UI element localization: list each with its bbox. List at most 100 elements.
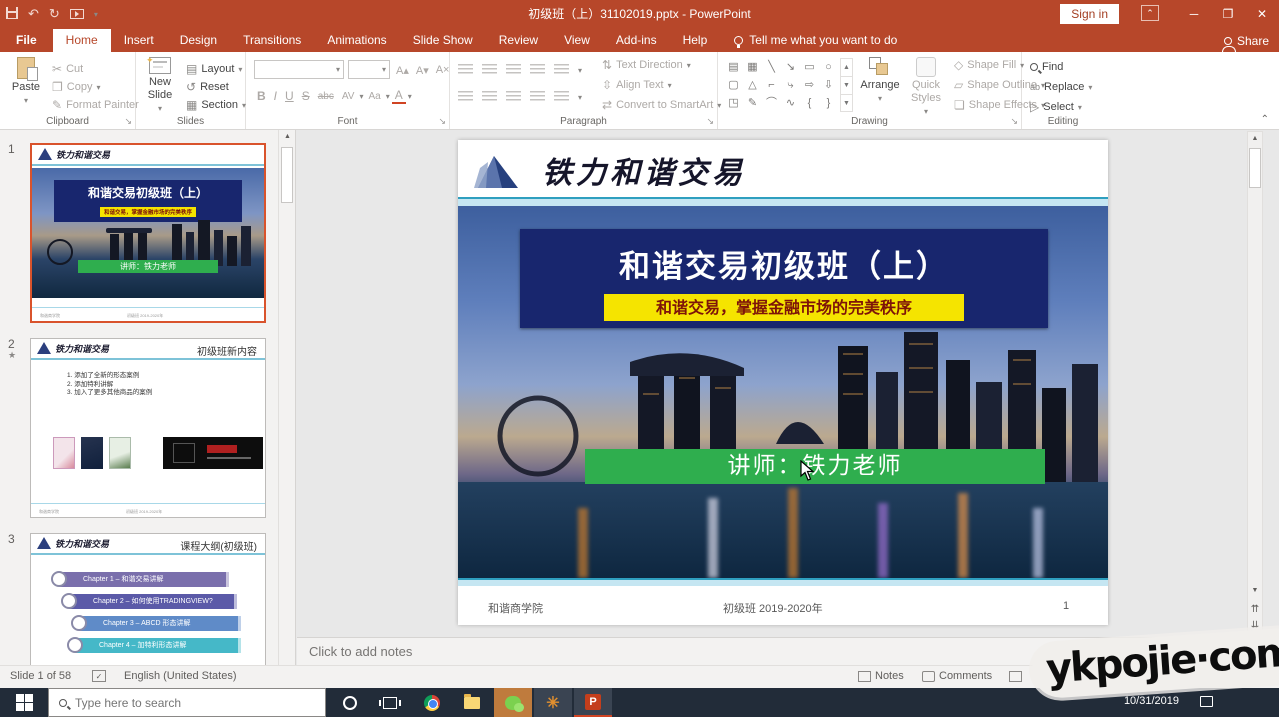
- tab-file[interactable]: File: [0, 29, 53, 52]
- quick-styles-button[interactable]: Quick Styles▾: [904, 57, 948, 118]
- paragraph-dialog-launcher-icon[interactable]: ↘: [706, 116, 714, 127]
- shape-cell[interactable]: ▤: [724, 58, 743, 76]
- slide-subtitle[interactable]: 和谐交易，掌握金融市场的完美秩序: [604, 294, 964, 321]
- grow-font-button[interactable]: A▴: [396, 64, 409, 77]
- title-box[interactable]: 和谐交易初级班（上） 和谐交易，掌握金融市场的完美秩序: [520, 229, 1048, 328]
- current-slide[interactable]: 铁力和谐交易 和谐交易初级班（上） 和谐交易，掌握金融市场的完美秩序: [458, 140, 1108, 625]
- canvas-scrollbar[interactable]: ▲ ▼ ⇈ ⇊: [1247, 131, 1263, 636]
- format-painter-button[interactable]: ✎ Format Painter: [52, 96, 139, 114]
- notes-toggle[interactable]: Notes: [858, 670, 904, 682]
- normal-view-icon[interactable]: [1009, 671, 1022, 682]
- change-case-button[interactable]: Aa: [365, 91, 383, 102]
- shape-cell[interactable]: ∿: [781, 94, 800, 112]
- shape-cell[interactable]: ⤷: [781, 76, 800, 94]
- share-button[interactable]: Share: [1224, 34, 1269, 48]
- find-button[interactable]: Find: [1030, 58, 1063, 76]
- shape-cell[interactable]: {: [800, 94, 819, 112]
- shape-cell[interactable]: ⌒: [762, 94, 781, 112]
- columns-icon[interactable]: [554, 91, 569, 103]
- shape-fill-button[interactable]: ◇ Shape Fill▾: [954, 56, 1024, 74]
- character-spacing-button[interactable]: AV: [339, 91, 358, 102]
- brand-text[interactable]: 铁力和谐交易: [542, 148, 746, 192]
- shape-cell[interactable]: △: [743, 76, 762, 94]
- previous-slide-button[interactable]: ⇈: [1248, 604, 1262, 615]
- notification-center-icon[interactable]: [1200, 696, 1213, 707]
- decrease-indent-icon[interactable]: [506, 64, 521, 76]
- align-left-icon[interactable]: [458, 91, 473, 103]
- text-direction-button[interactable]: ⇅ Text Direction▾: [602, 56, 691, 74]
- bold-button[interactable]: B: [254, 89, 269, 103]
- drawing-dialog-launcher-icon[interactable]: ↘: [1010, 116, 1018, 127]
- shape-cell[interactable]: ○: [819, 58, 838, 76]
- section-button[interactable]: ▦ Section▾: [186, 96, 246, 114]
- notes-placeholder[interactable]: Click to add notes: [309, 644, 412, 659]
- powerpoint-button[interactable]: P: [574, 688, 612, 717]
- align-center-icon[interactable]: [482, 91, 497, 103]
- copy-button[interactable]: ❐ Copy ▾: [52, 78, 100, 96]
- wechat-button[interactable]: [494, 688, 532, 717]
- cut-button[interactable]: ✂ Cut: [52, 60, 83, 78]
- text-shadow-button[interactable]: abc: [315, 91, 337, 102]
- file-explorer-button[interactable]: [452, 688, 492, 717]
- scroll-up-icon[interactable]: ▲: [1248, 135, 1262, 142]
- font-name-combo[interactable]: ▾: [254, 60, 344, 79]
- scroll-down-icon[interactable]: ▼: [1248, 587, 1262, 594]
- scrollbar-thumb[interactable]: [1249, 148, 1261, 188]
- increase-indent-icon[interactable]: [530, 64, 545, 76]
- title-photo[interactable]: 和谐交易初级班（上） 和谐交易，掌握金融市场的完美秩序: [458, 206, 1108, 578]
- search-input[interactable]: [75, 696, 275, 710]
- underline-button[interactable]: U: [282, 89, 297, 103]
- slide3-thumbnail[interactable]: 铁力和谐交易 课程大纲(初级班) Chapter 1 – 和谐交易讲解 Chap…: [30, 533, 266, 665]
- spellcheck-icon[interactable]: ✓: [92, 670, 106, 682]
- arrange-button[interactable]: Arrange▾: [858, 57, 902, 105]
- start-button[interactable]: [0, 688, 48, 717]
- tab-insert[interactable]: Insert: [111, 29, 167, 52]
- comments-toggle[interactable]: Comments: [922, 670, 992, 682]
- shapes-scroll[interactable]: ▲ ▼ ▼: [840, 58, 853, 112]
- shape-cell[interactable]: ▢: [724, 76, 743, 94]
- shape-cell[interactable]: ◳: [724, 94, 743, 112]
- tab-help[interactable]: Help: [670, 29, 721, 52]
- layout-button[interactable]: ▤ Layout▾: [186, 60, 242, 78]
- footer-page-number[interactable]: 1: [1063, 600, 1069, 612]
- numbering-icon[interactable]: [482, 64, 497, 76]
- minimize-button[interactable]: ─: [1177, 0, 1211, 28]
- paste-button[interactable]: Paste▾: [4, 57, 48, 107]
- new-slide-button[interactable]: ✦ New Slide▾: [138, 57, 182, 115]
- slide-title[interactable]: 和谐交易初级班（上）: [520, 241, 1048, 286]
- reset-button[interactable]: ↺ Reset: [186, 78, 229, 96]
- align-right-icon[interactable]: [506, 91, 521, 103]
- footer-center[interactable]: 初级班 2019-2020年: [723, 600, 823, 616]
- scrollbar-thumb[interactable]: [281, 147, 293, 203]
- select-button[interactable]: ▷ Select▾: [1030, 98, 1082, 116]
- clipboard-dialog-launcher-icon[interactable]: ↘: [124, 116, 132, 127]
- scroll-up-icon[interactable]: ▲: [279, 133, 296, 140]
- shape-cell[interactable]: ⇩: [819, 76, 838, 94]
- tab-view[interactable]: View: [551, 29, 603, 52]
- shape-cell[interactable]: ✎: [743, 94, 762, 112]
- strikethrough-button[interactable]: S: [299, 89, 313, 103]
- bullets-icon[interactable]: [458, 64, 473, 76]
- font-size-combo[interactable]: ▾: [348, 60, 390, 79]
- taskbar-search[interactable]: [48, 688, 326, 717]
- tab-review[interactable]: Review: [486, 29, 551, 52]
- align-text-button[interactable]: ⇳ Align Text▾: [602, 76, 672, 94]
- clear-formatting-button[interactable]: A×: [436, 64, 450, 76]
- tab-transitions[interactable]: Transitions: [230, 29, 314, 52]
- tab-design[interactable]: Design: [167, 29, 230, 52]
- tell-me-box[interactable]: Tell me what you want to do: [720, 29, 907, 52]
- font-color-button[interactable]: A: [392, 88, 406, 104]
- cortana-button[interactable]: [330, 688, 370, 717]
- close-button[interactable]: ✕: [1245, 0, 1279, 28]
- slide2-thumbnail[interactable]: 铁力和谐交易 初级班新内容 1. 添加了全新的形态案例 2. 添加特利讲解 3.…: [30, 338, 266, 518]
- shape-cell[interactable]: ▦: [743, 58, 762, 76]
- shrink-font-button[interactable]: A▾: [416, 64, 429, 77]
- footer-left[interactable]: 和谐商学院: [488, 600, 543, 616]
- shape-cell[interactable]: ▭: [800, 58, 819, 76]
- shape-cell[interactable]: ╲: [762, 58, 781, 76]
- collapse-ribbon-icon[interactable]: ⌃: [1261, 114, 1269, 125]
- thumbnail-scrollbar[interactable]: ▲: [278, 130, 295, 665]
- tab-animations[interactable]: Animations: [314, 29, 399, 52]
- restore-button[interactable]: ❐: [1211, 0, 1245, 28]
- shape-cell[interactable]: }: [819, 94, 838, 112]
